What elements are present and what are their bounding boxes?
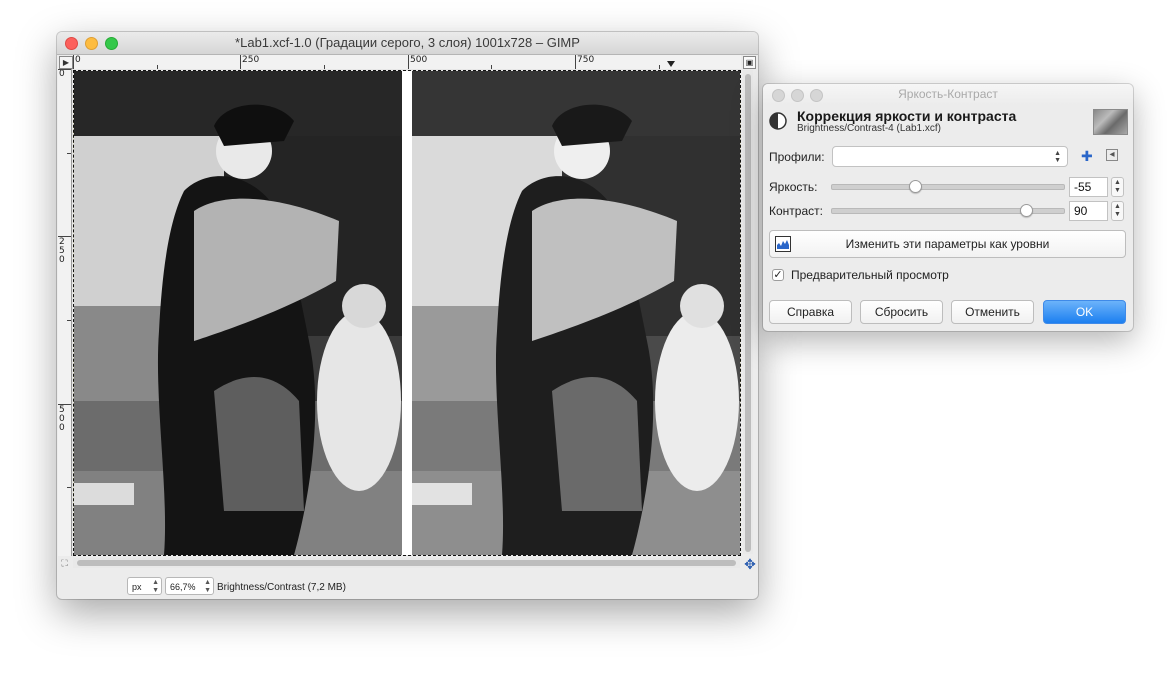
zoom-selector[interactable]: 66,7% ▲ ▼ [165, 577, 214, 595]
dialog-title: Яркость-Контраст [898, 87, 998, 101]
ok-button[interactable]: OK [1043, 300, 1126, 324]
dialog-header-title: Коррекция яркости и контраста [797, 108, 1017, 124]
vertical-scrollbar[interactable] [743, 70, 753, 554]
vruler-label: 250 [59, 237, 65, 265]
preview-label: Предварительный просмотр [791, 268, 949, 282]
preset-menu-icon[interactable]: ◂ [1106, 149, 1118, 161]
unit-value: px [132, 582, 142, 592]
maximize-dialog-button[interactable] [810, 89, 823, 102]
contrast-slider-knob[interactable] [1020, 204, 1034, 217]
levels-icon [775, 236, 791, 252]
status-message: Brightness/Contrast (7,2 MB) [217, 582, 346, 593]
maximize-window-button[interactable] [105, 37, 118, 50]
image-photo [73, 70, 741, 556]
pointer-marker [667, 61, 675, 67]
image-canvas[interactable] [72, 69, 741, 556]
reset-button[interactable]: Сбросить [860, 300, 943, 324]
cancel-button-label: Отменить [965, 305, 1020, 319]
contrast-spin-arrows[interactable]: ▲ ▼ [1111, 201, 1124, 221]
brightness-contrast-dialog: Яркость-Контраст Коррекция яркости и кон… [763, 84, 1133, 331]
dialog-header-subtitle: Brightness/Contrast-4 (Lab1.xcf) [797, 123, 941, 134]
vruler-label: 0 [59, 69, 65, 79]
add-preset-icon[interactable]: ✚ [1081, 149, 1093, 163]
contrast-spinbox[interactable]: 90 [1069, 201, 1108, 221]
hruler-label: 250 [242, 55, 260, 65]
brightness-slider-knob[interactable] [909, 180, 923, 193]
hruler-label: 500 [410, 55, 428, 65]
close-window-button[interactable] [65, 37, 78, 50]
unit-selector[interactable]: px ▲ ▼ [127, 577, 162, 595]
horizontal-scroll-thumb[interactable] [77, 560, 736, 566]
window-title: *Lab1.xcf-1.0 (Градации серого, 3 слоя) … [235, 35, 580, 50]
hruler-label: 0 [75, 55, 81, 65]
horizontal-ruler[interactable]: 0 250 500 750 [73, 55, 741, 70]
ok-button-label: OK [1075, 305, 1094, 319]
brightness-value: -55 [1074, 180, 1092, 194]
vertical-ruler[interactable]: 0 250 500 [58, 69, 72, 556]
presets-combo[interactable]: ▲ ▼ [832, 146, 1068, 167]
menu-triangle-icon[interactable]: ▶ [59, 56, 73, 69]
window-titlebar[interactable]: *Lab1.xcf-1.0 (Градации серого, 3 слоя) … [57, 32, 758, 55]
minimize-window-button[interactable] [85, 37, 98, 50]
updown-arrows-icon: ▲ ▼ [152, 579, 159, 594]
brightness-spinbox[interactable]: -55 [1069, 177, 1108, 197]
edit-as-levels-label: Изменить эти параметры как уровни [845, 237, 1050, 251]
vruler-label: 500 [59, 405, 65, 433]
layer-thumbnail [1093, 109, 1128, 135]
dialog-titlebar[interactable]: Яркость-Контраст [763, 84, 1133, 105]
updown-arrows-icon: ▲ ▼ [1054, 150, 1061, 164]
contrast-label: Контраст: [769, 204, 823, 218]
close-dialog-button[interactable] [772, 89, 785, 102]
updown-arrows-icon: ▲ ▼ [204, 579, 211, 594]
zoom-fit-icon[interactable]: ⛶ [59, 558, 70, 569]
gimp-image-window: *Lab1.xcf-1.0 (Градации серого, 3 слоя) … [57, 32, 758, 599]
contrast-value: 90 [1074, 204, 1088, 218]
zoom-value: 66,7% [170, 582, 196, 592]
brightness-slider[interactable] [831, 184, 1065, 190]
help-button-label: Справка [786, 305, 835, 319]
brightness-label: Яркость: [769, 180, 818, 194]
horizontal-scrollbar[interactable] [73, 558, 740, 568]
help-button[interactable]: Справка [769, 300, 852, 324]
edit-as-levels-button[interactable]: Изменить эти параметры как уровни [769, 230, 1126, 258]
presets-label: Профили: [769, 150, 825, 164]
cancel-button[interactable]: Отменить [951, 300, 1034, 324]
vertical-scroll-thumb[interactable] [745, 74, 751, 552]
status-bar: px ▲ ▼ 66,7% ▲ ▼ Brightness/Contrast (7,2 … [57, 572, 758, 599]
checkmark-icon: ✓ [773, 269, 783, 281]
brightness-contrast-icon [769, 112, 787, 130]
move-icon[interactable]: ✥ [743, 557, 757, 571]
hruler-label: 750 [577, 55, 595, 65]
brightness-spin-arrows[interactable]: ▲ ▼ [1111, 177, 1124, 197]
preview-checkbox[interactable]: ✓ [772, 269, 784, 281]
navigate-icon[interactable]: ▣ [743, 56, 756, 69]
minimize-dialog-button[interactable] [791, 89, 804, 102]
reset-button-label: Сбросить [874, 305, 929, 319]
